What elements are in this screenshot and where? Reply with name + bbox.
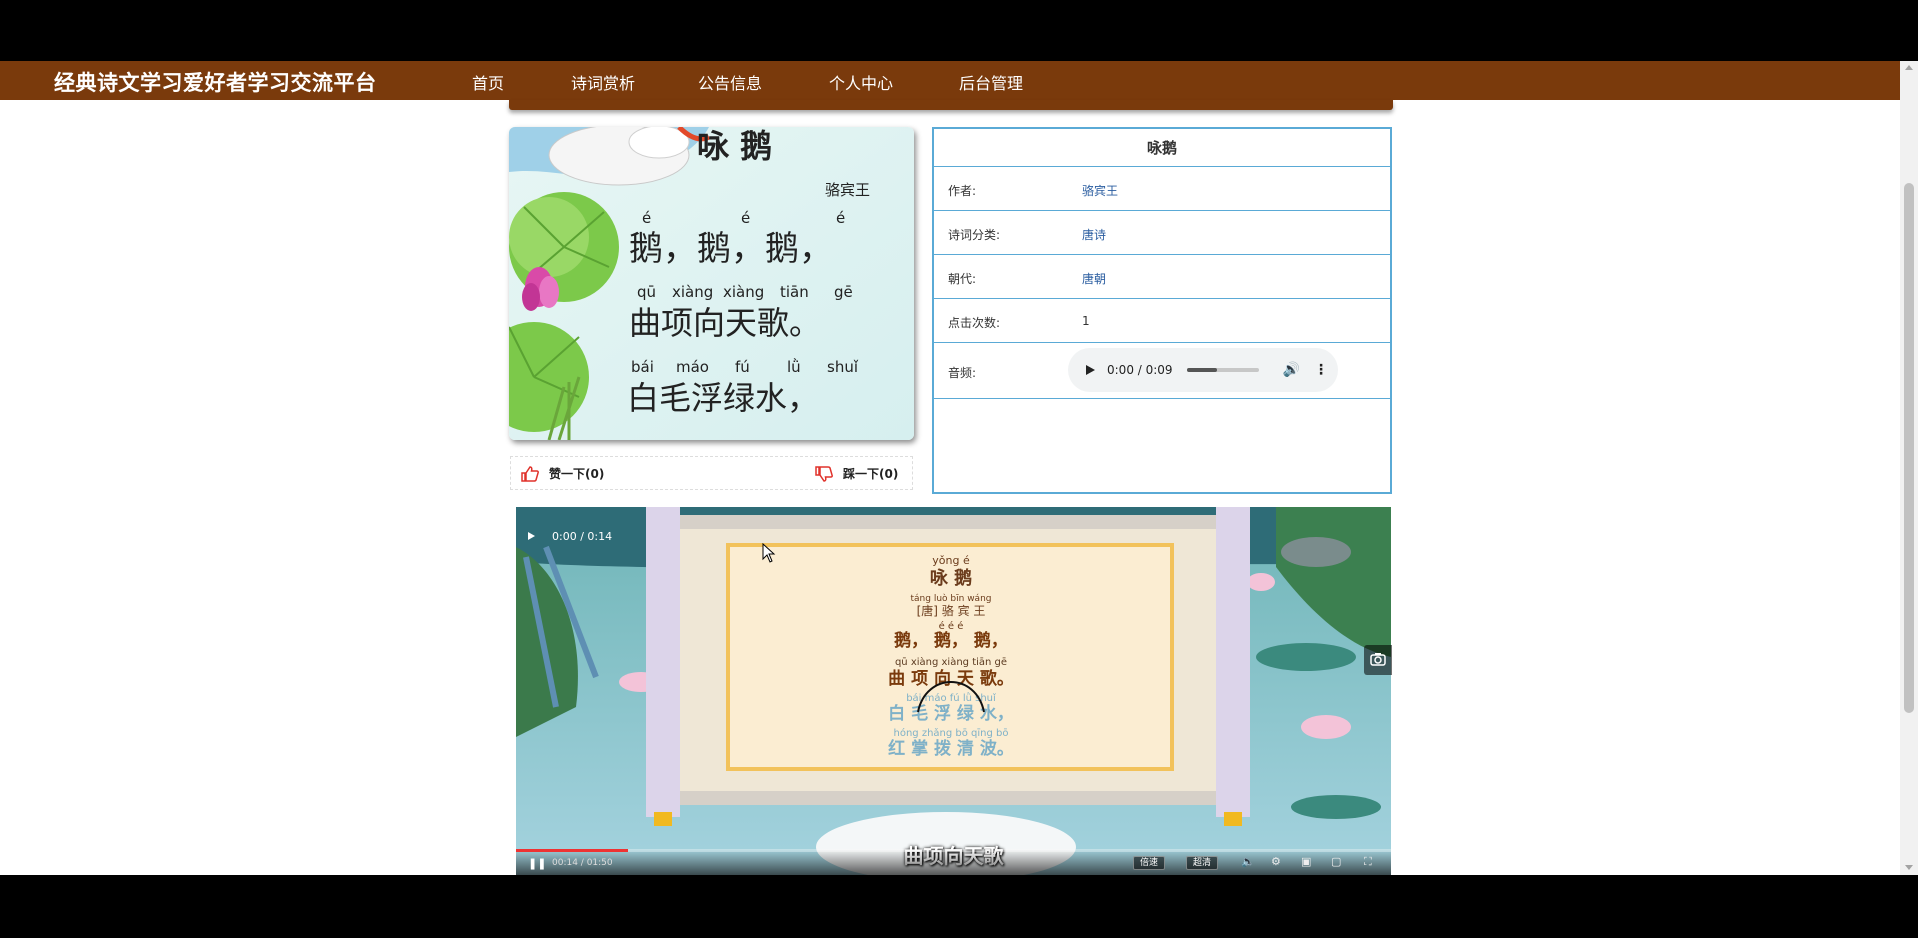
svg-text:táng luò bīn wáng: táng luò bīn wáng <box>911 593 992 604</box>
native-video-time: 0:00 / 0:14 <box>552 530 613 543</box>
play-icon[interactable] <box>1086 365 1095 375</box>
svg-text:鹅， 鹅， 鹅，: 鹅， 鹅， 鹅， <box>894 630 1008 651</box>
svg-text:yǒng é: yǒng é <box>932 554 970 567</box>
nav-admin[interactable]: 后台管理 <box>959 70 1023 94</box>
more-options-icon[interactable]: ⋮ <box>1314 362 1328 378</box>
svg-text:tiān: tiān <box>780 283 809 301</box>
navbar: 经典诗文学习爱好者学习交流平台 首页 诗词赏析 公告信息 个人中心 后台管理 <box>0 61 1900 100</box>
speed-button[interactable]: 倍速 <box>1133 856 1166 870</box>
svg-text:白 毛 浮 绿 水，: 白 毛 浮 绿 水， <box>888 703 1014 724</box>
info-row-clicks: 点击次数: 1 <box>934 299 1390 343</box>
nav-home[interactable]: 首页 <box>472 70 504 94</box>
quality-button[interactable]: 超清 <box>1186 856 1219 870</box>
info-row-dynasty: 朝代: 唐朝 <box>934 255 1390 299</box>
volume-icon[interactable]: 🔈 <box>1241 855 1255 868</box>
mouse-cursor-icon <box>762 542 776 567</box>
svg-text:é: é <box>642 209 651 227</box>
svg-text:[唐] 骆 宾 王: [唐] 骆 宾 王 <box>917 603 986 618</box>
video-progress-bar[interactable] <box>516 849 1391 852</box>
video-controls: ❚❚ 00:14 / 01:50 倍速 超清 🔈 ⚙ ▣ ▢ ⛶ <box>516 849 1391 875</box>
letterbox-top <box>0 0 1918 61</box>
svg-text:xiàng: xiàng <box>723 283 764 301</box>
info-row-audio: 音频: 0:00 / 0:09 🔊 ⋮ <box>934 343 1390 399</box>
pip-icon[interactable]: ▣ <box>1301 855 1311 868</box>
svg-text:máo: máo <box>676 358 709 376</box>
info-row-author: 作者: 骆宾王 <box>934 167 1390 211</box>
poem-title: 咏鹅 <box>934 129 1390 167</box>
svg-text:xiàng: xiàng <box>672 283 713 301</box>
info-row-category: 诗词分类: 唐诗 <box>934 211 1390 255</box>
poem-info-panel: 咏鹅 作者: 骆宾王 诗词分类: 唐诗 朝代: 唐朝 点击次数: 1 音频: 0… <box>932 127 1392 494</box>
scroll-down-icon[interactable] <box>1905 865 1913 870</box>
svg-text:shuǐ: shuǐ <box>827 358 859 376</box>
pause-icon[interactable]: ❚❚ <box>528 857 546 870</box>
poem-video-player[interactable]: yǒng é 咏 鹅 táng luò bīn wáng [唐] 骆 宾 王 é… <box>516 507 1391 875</box>
scroll-up-icon[interactable] <box>1905 65 1913 70</box>
audio-seek-slider[interactable] <box>1186 368 1259 372</box>
video-scroll-title: 咏 鹅 <box>930 567 972 589</box>
like-label: 赞一下(0) <box>549 467 605 481</box>
vote-bar: 赞一下(0) 踩一下(0) <box>510 456 913 490</box>
poem-line-1: 鹅，鹅，鹅， <box>629 229 833 269</box>
svg-text:qū: qū <box>637 283 656 301</box>
svg-text:qū xiàng xiàng tiān gē: qū xiàng xiàng tiān gē <box>895 656 1007 668</box>
site-brand[interactable]: 经典诗文学习爱好者学习交流平台 <box>54 67 377 97</box>
audio-time: 0:00 / 0:09 <box>1107 363 1173 377</box>
poem-cover-image: 咏 鹅 骆宾王 é é é 鹅，鹅，鹅， qū xiàng xiàng tiān… <box>509 127 914 440</box>
scroll-thumb[interactable] <box>1904 183 1914 713</box>
poem-image-title: 咏 鹅 <box>697 127 772 165</box>
settings-icon[interactable]: ⚙ <box>1271 855 1281 868</box>
svg-text:é: é <box>836 209 845 227</box>
svg-text:gē: gē <box>834 283 853 301</box>
dislike-label: 踩一下(0) <box>843 467 899 481</box>
poem-line-3: 白毛浮绿水， <box>627 379 819 417</box>
dislike-button[interactable]: 踩一下(0) <box>815 465 898 482</box>
dynasty-value[interactable]: 唐朝 <box>1082 270 1106 287</box>
svg-text:红 掌 拨 清 波。: 红 掌 拨 清 波。 <box>888 738 1014 759</box>
thumbs-up-icon <box>521 465 539 482</box>
category-value[interactable]: 唐诗 <box>1082 226 1106 243</box>
fullscreen-icon[interactable]: ⛶ <box>1364 855 1372 869</box>
svg-text:lǜ: lǜ <box>787 357 801 376</box>
click-count-value: 1 <box>1082 314 1090 328</box>
content-header-strip <box>509 100 1393 110</box>
like-button[interactable]: 赞一下(0) <box>521 465 604 482</box>
browser-viewport: 经典诗文学习爱好者学习交流平台 首页 诗词赏析 公告信息 个人中心 后台管理 咏… <box>0 61 1918 875</box>
volume-icon[interactable]: 🔊 <box>1283 362 1300 378</box>
svg-text:hóng zhǎng bō qīng bō: hóng zhǎng bō qīng bō <box>894 727 1009 739</box>
letterbox-bottom <box>0 875 1918 938</box>
nav-poetry-appreciation[interactable]: 诗词赏析 <box>571 70 635 94</box>
nav-personal-center[interactable]: 个人中心 <box>829 70 893 94</box>
video-inner-time: 00:14 / 01:50 <box>552 858 613 868</box>
svg-text:bái: bái <box>631 358 654 376</box>
svg-text:é: é <box>741 209 750 227</box>
widescreen-icon[interactable]: ▢ <box>1331 855 1341 868</box>
svg-text:曲 项 向 天 歌。: 曲 项 向 天 歌。 <box>888 668 1014 689</box>
poem-line-2: 曲项向天歌。 <box>629 304 821 342</box>
svg-text:bái máo fú lǜ shuǐ: bái máo fú lǜ shuǐ <box>906 691 996 704</box>
audio-player: 0:00 / 0:09 🔊 ⋮ <box>1068 348 1338 392</box>
native-play-icon[interactable] <box>528 532 535 540</box>
thumbs-down-icon <box>815 465 833 482</box>
camera-icon <box>1370 653 1386 666</box>
screenshot-camera-button[interactable] <box>1364 645 1392 675</box>
nav-announcements[interactable]: 公告信息 <box>698 70 762 94</box>
svg-text:fú: fú <box>735 358 750 376</box>
poem-image-author: 骆宾王 <box>825 181 870 199</box>
page-scrollbar[interactable] <box>1900 61 1918 875</box>
author-value[interactable]: 骆宾王 <box>1082 182 1118 199</box>
